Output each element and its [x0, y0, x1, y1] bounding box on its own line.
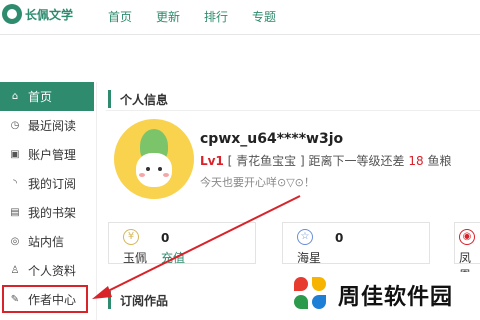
- stat-card-phoenix: ◉ 凤凰: [454, 222, 480, 282]
- user-motto: 今天也要开心咩⊙▽⊙！: [200, 176, 315, 189]
- next-level-text: 距离下一等级还差: [308, 154, 405, 168]
- fish-needed: 18: [408, 154, 424, 168]
- stat-card-starfish: ☆ 海星 0: [282, 222, 430, 265]
- watermark-logo-icon: [294, 277, 330, 313]
- avatar[interactable]: [114, 119, 194, 199]
- sidebar-item-profile[interactable]: ♙ 个人资料: [0, 256, 94, 285]
- stat-name: 玉佩: [123, 251, 148, 265]
- pen-icon: ✎: [10, 293, 20, 305]
- brand-logo-icon: [2, 4, 22, 24]
- watermark-text: 周佳软件园: [338, 285, 454, 310]
- topnav-updates[interactable]: 更新: [156, 8, 180, 25]
- sidebar-item-author-center[interactable]: ✎ 作者中心: [2, 285, 88, 313]
- watermark: 周佳软件园: [290, 272, 480, 318]
- bookshelf-icon: ▤: [10, 207, 20, 218]
- sidebar-item-recent-reading[interactable]: ◷ 最近阅读: [0, 111, 94, 140]
- sidebar-item-subscriptions[interactable]: ◝ 我的订阅: [0, 169, 94, 198]
- stat-card-jade: ¥ 玉佩 0 充值: [108, 222, 256, 266]
- sidebar-item-account[interactable]: ▣ 账户管理: [0, 140, 94, 169]
- profile-card: cpwx_u64****w3jo Lv1 [ 青花鱼宝宝 ] 距离下一等级还差 …: [106, 110, 480, 208]
- fish-unit: 鱼粮: [427, 154, 452, 168]
- sidebar-divider: [96, 82, 97, 320]
- sidebar-item-label: 我的书架: [28, 206, 77, 220]
- sidebar-item-bookshelf[interactable]: ▤ 我的书架: [0, 198, 94, 227]
- topnav-home[interactable]: 首页: [108, 8, 132, 25]
- sidebar-item-messages[interactable]: ◎ 站内信: [0, 227, 94, 256]
- sidebar-item-label: 账户管理: [28, 148, 77, 162]
- top-nav: 首页 更新 排行 专题: [108, 8, 300, 25]
- level-line: Lv1 [ 青花鱼宝宝 ] 距离下一等级还差 18 鱼粮: [200, 152, 451, 169]
- sidebar-item-label: 最近阅读: [28, 119, 77, 133]
- stat-value: 0: [161, 231, 170, 245]
- sidebar-item-label: 个人资料: [28, 264, 77, 278]
- sidebar-item-label: 站内信: [28, 235, 65, 249]
- stat-name: 海星: [297, 251, 322, 265]
- sidebar-item-label: 作者中心: [28, 292, 77, 307]
- message-icon: ◎: [10, 236, 20, 247]
- level-badge: Lv1: [200, 154, 224, 168]
- topnav-ranking[interactable]: 排行: [204, 8, 228, 25]
- clock-icon: ◷: [10, 120, 20, 131]
- header-divider: [0, 34, 480, 35]
- brand-name: 长佩文学: [25, 7, 74, 22]
- brand-logo[interactable]: 长佩文学: [2, 4, 73, 24]
- rss-icon: ◝: [13, 178, 17, 189]
- sidebar: ⌂ 首页 ◷ 最近阅读 ▣ 账户管理 ◝ 我的订阅 ▤ 我的书架 ◎ 站内信 ♙…: [0, 82, 94, 313]
- sidebar-item-label: 首页: [28, 90, 53, 104]
- avatar-blush: [163, 173, 169, 177]
- user-icon: ♙: [10, 265, 20, 276]
- profile-section-title: 个人信息: [108, 90, 168, 108]
- avatar-blush: [139, 173, 145, 177]
- top-bar: 长佩文学 首页 更新 排行 专题: [0, 0, 480, 34]
- username: cpwx_u64****w3jo: [200, 131, 344, 147]
- phoenix-icon: ◉: [459, 229, 475, 245]
- account-icon: ▣: [10, 149, 20, 160]
- sidebar-item-label: 我的订阅: [28, 177, 77, 191]
- rank-title: [ 青花鱼宝宝 ]: [227, 154, 305, 168]
- works-section-title: 订阅作品: [108, 291, 168, 309]
- sidebar-item-home[interactable]: ⌂ 首页: [0, 82, 94, 111]
- avatar-eye: [158, 167, 162, 171]
- starfish-icon: ☆: [297, 229, 313, 245]
- recharge-link[interactable]: 充值: [161, 249, 185, 266]
- jade-icon: ¥: [123, 229, 139, 245]
- avatar-body: [136, 153, 172, 187]
- stat-value: 0: [335, 231, 344, 245]
- topnav-topics[interactable]: 专题: [252, 8, 276, 25]
- home-icon: ⌂: [11, 91, 19, 102]
- avatar-eye: [146, 167, 150, 171]
